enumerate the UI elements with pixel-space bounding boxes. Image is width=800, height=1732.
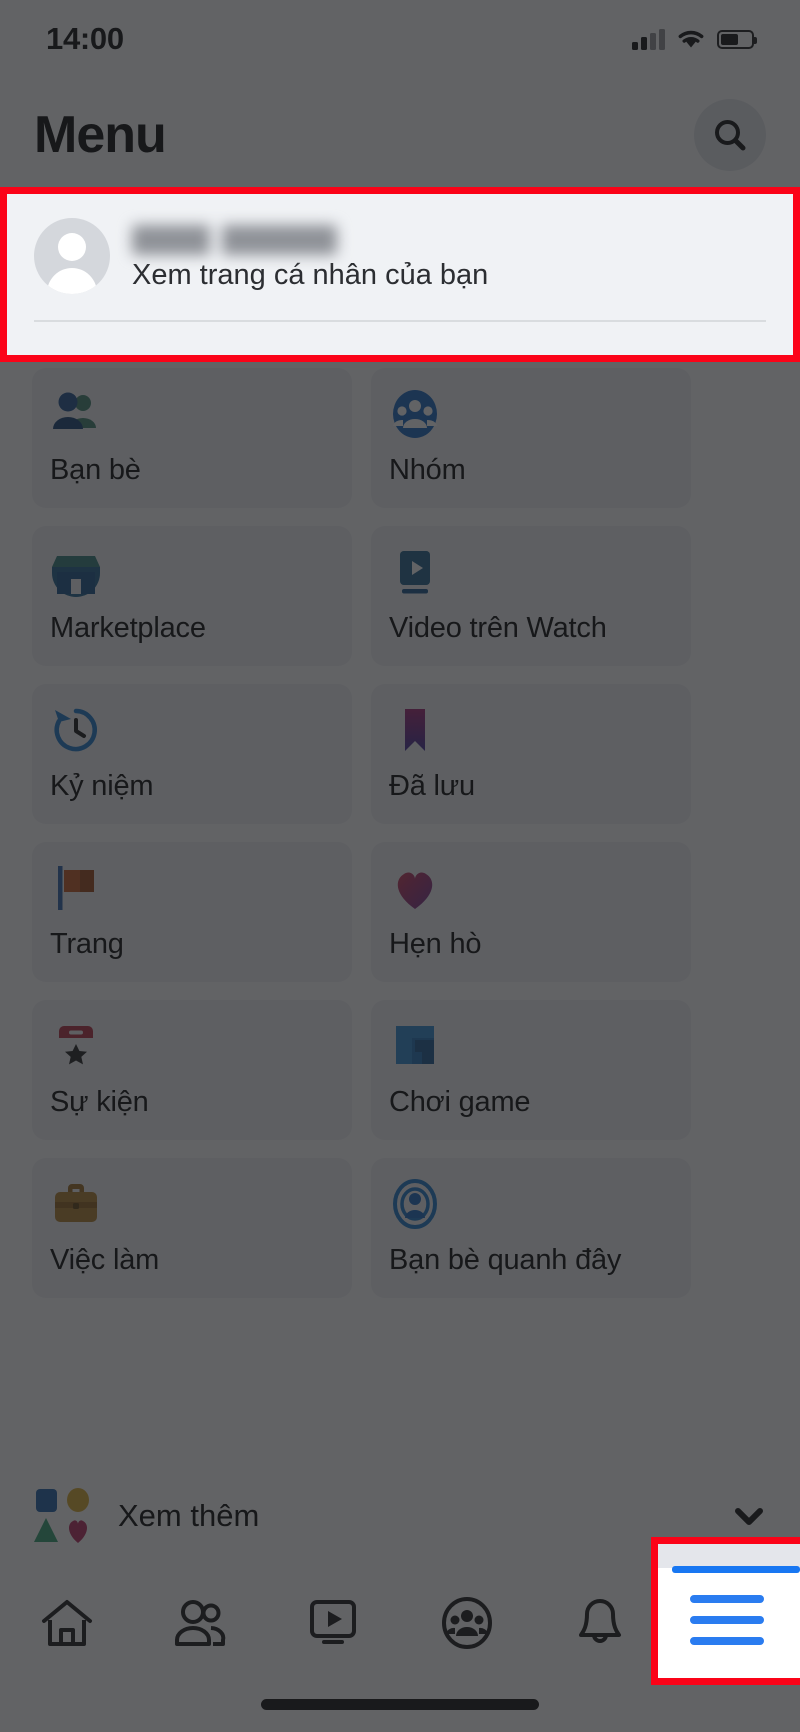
menu-card-label: Chơi game [389,1086,531,1118]
cellular-signal-icon [632,28,665,50]
profile-row[interactable]: Xem trang cá nhân của bạn [34,192,766,320]
profile-text-block: Xem trang cá nhân của bạn [132,221,488,292]
menu-card-gaming[interactable]: Chơi game [371,1000,691,1140]
profile-section[interactable]: Xem trang cá nhân của bạn [0,192,800,358]
page-header: Menu [0,78,800,192]
menu-card-label: Hẹn hò [389,928,482,960]
menu-card-dating[interactable]: Hẹn hò [371,842,691,982]
menu-card-label: Đã lưu [389,770,475,802]
menu-card-label: Video trên Watch [389,612,607,644]
bell-icon [578,1599,621,1643]
pages-flag-icon [58,866,94,910]
battery-icon [717,29,757,49]
nearby-friends-icon [393,1179,437,1229]
shapes-icon [34,1488,89,1543]
nav-item-friends[interactable] [141,1580,259,1666]
menu-card-label: Bạn bè quanh đây [389,1244,622,1276]
menu-card-label: Nhóm [389,454,466,486]
default-avatar-icon [34,218,110,294]
menu-active-indicator [672,1566,800,1573]
groups-outline-icon [441,1597,492,1649]
friends-outline-icon [174,1600,226,1646]
page-title: Menu [34,106,167,164]
home-indicator-bar [261,1699,539,1710]
saved-bookmark-icon [405,709,425,751]
menu-card-label: Trang [50,928,124,960]
menu-card-label: Việc làm [50,1244,160,1276]
menu-card-nearby-friends[interactable]: Bạn bè quanh đây [371,1158,691,1298]
menu-tab-highlight-topband [658,1544,800,1568]
menu-card-groups[interactable]: Nhóm [371,368,691,508]
nav-item-groups[interactable] [408,1580,526,1666]
search-button[interactable] [694,99,766,171]
home-icon [41,1600,92,1646]
nav-item-home[interactable] [8,1580,126,1666]
search-icon [715,120,746,151]
app-root: 14:00 Menu Xem trang cá nhân của bạn Bạn… [0,0,800,1732]
menu-card-watch[interactable]: Video trên Watch [371,526,691,666]
profile-subtitle: Xem trang cá nhân của bạn [132,258,489,291]
friends-icon [53,392,96,429]
menu-card-label: Marketplace [50,612,206,644]
menu-card-jobs[interactable]: Việc làm [32,1158,352,1298]
phone-screenshot: 14:00 Menu Xem trang cá nhân của bạn Bạn… [0,0,800,1732]
wifi-icon [678,30,704,48]
events-calendar-star-icon [59,1026,93,1066]
profile-divider [34,320,766,322]
menu-card-label: Bạn bè [50,454,141,486]
menu-card-events[interactable]: Sự kiện [32,1000,352,1140]
status-bar: 14:00 [0,0,800,78]
menu-card-label: Sự kiện [50,1086,149,1118]
nav-item-notifications[interactable] [541,1580,659,1666]
menu-card-saved[interactable]: Đã lưu [371,684,691,824]
see-more-label: Xem thêm [118,1498,260,1533]
nav-item-watch[interactable] [274,1580,392,1666]
gaming-icon [396,1026,434,1064]
menu-card-pages[interactable]: Trang [32,842,352,982]
memories-clock-icon [54,708,97,752]
groups-icon [393,390,437,438]
chevron-down-icon[interactable] [732,1499,766,1533]
menu-card-marketplace[interactable]: Marketplace [32,526,352,666]
marketplace-storefront-icon [52,556,100,597]
dating-heart-icon [397,872,433,909]
jobs-briefcase-icon [55,1184,97,1222]
profile-name [132,224,337,255]
status-time: 14:00 [46,21,124,56]
menu-card-label: Kỷ niệm [50,770,154,802]
hamburger-menu-icon[interactable] [690,1595,764,1645]
menu-card-friends[interactable]: Bạn bè [32,368,352,508]
watch-video-icon [400,551,430,594]
watch-play-icon [310,1600,357,1644]
menu-grid: Bạn bè Nhóm Marketplace Video trên Watch… [32,368,768,1298]
menu-card-memories[interactable]: Kỷ niệm [32,684,352,824]
status-indicators [632,28,757,50]
